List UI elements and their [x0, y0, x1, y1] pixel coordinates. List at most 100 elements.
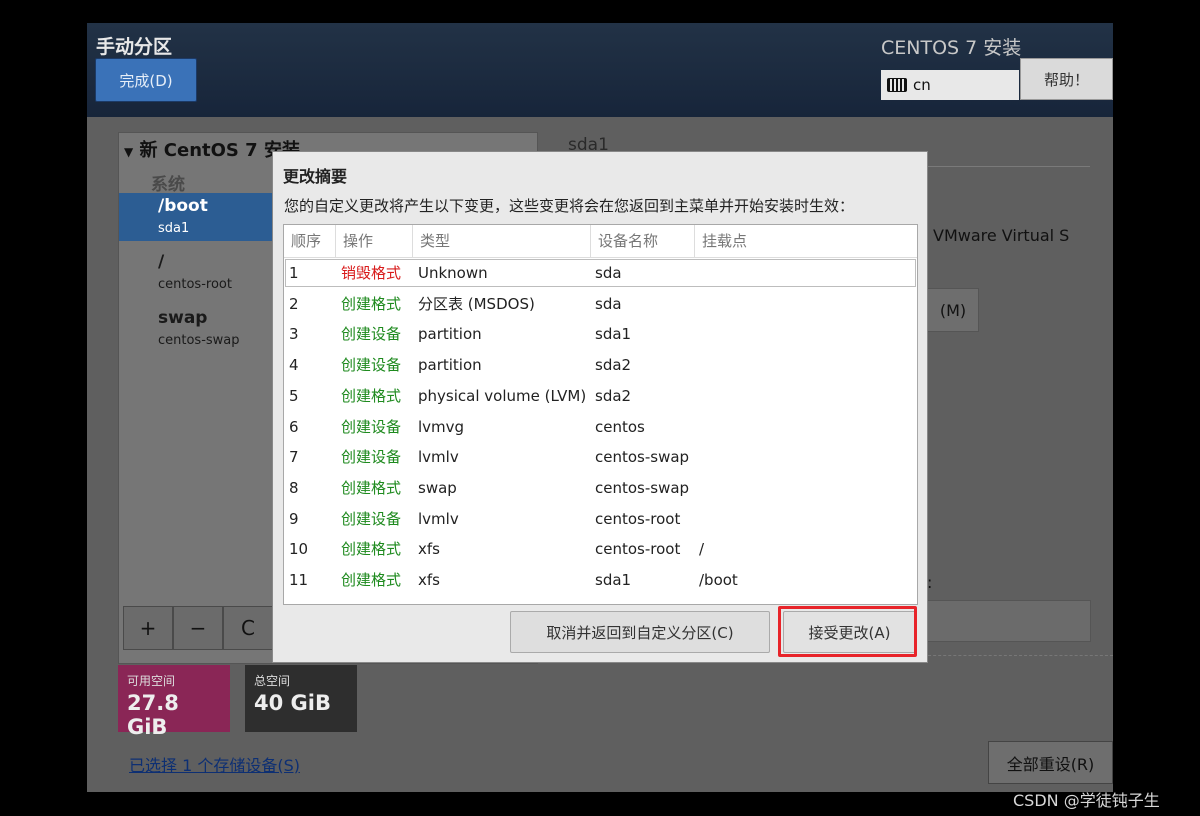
table-row[interactable]: 4 创建设备 partition sda2 [284, 350, 917, 380]
table-row[interactable]: 10 创建格式 xfs centos-root / [284, 534, 917, 564]
cell-device: centos-swap [595, 448, 690, 467]
cell-device: sda [595, 294, 622, 313]
cell-type: xfs [418, 540, 440, 559]
cell-type: 分区表 (MSDOS) [418, 294, 535, 313]
table-row[interactable]: 5 创建格式 physical volume (LVM) sda2 [284, 381, 917, 411]
cell-device: sda2 [595, 386, 632, 405]
cell-action: 销毁格式 [341, 264, 402, 282]
cell-device: centos-root [595, 540, 681, 559]
cell-order: 10 [289, 540, 309, 559]
available-space-label: 可用空间 [127, 674, 176, 688]
summary-of-changes-dialog: 更改摘要 您的自定义更改将产生以下变更，这些变更将会在您返回到主菜单并开始安装时… [272, 151, 928, 663]
cell-order: 1 [289, 264, 299, 282]
keyboard-layout-value: cn [913, 76, 931, 94]
total-space-box: 总空间 40 GiB [245, 665, 357, 732]
cell-action: 创建设备 [341, 325, 402, 344]
accept-button-highlight [778, 606, 917, 657]
cell-order: 2 [289, 294, 299, 313]
cell-type: xfs [418, 571, 440, 589]
cell-type: partition [418, 325, 482, 344]
table-row[interactable]: 9 创建设备 lvmlv centos-root [284, 504, 917, 534]
help-button[interactable]: 帮助！ [1020, 58, 1113, 100]
mount-point-name: /boot [158, 196, 208, 216]
cell-type: lvmvg [418, 417, 465, 436]
mount-point-name: swap [158, 308, 208, 328]
dialog-description: 您的自定义更改将产生以下变更，这些变更将会在您返回到主菜单并开始安装时生效： [284, 197, 855, 215]
cell-type: lvmlv [418, 448, 459, 467]
table-row[interactable]: 8 创建格式 swap centos-swap [284, 473, 917, 503]
cell-action: 创建设备 [341, 509, 402, 528]
add-mount-point-button[interactable]: + [123, 606, 173, 650]
category-system: 系统 [151, 175, 185, 195]
cell-order: 8 [289, 478, 299, 497]
available-space-value: 27.8 GiB [127, 691, 179, 739]
dialog-title: 更改摘要 [283, 167, 348, 186]
cell-order: 4 [289, 356, 299, 375]
cell-device: centos-swap [595, 478, 690, 497]
table-row[interactable]: 7 创建设备 lvmlv centos-swap [284, 442, 917, 472]
table-header: 顺序 操作 类型 设备名称 挂载点 [284, 225, 917, 258]
cell-mount: / [699, 540, 705, 559]
table-row[interactable]: 11 创建格式 xfs sda1/boot [284, 565, 917, 595]
cell-type: partition [418, 356, 482, 375]
reset-all-button[interactable]: 全部重设(R) [988, 741, 1113, 784]
column-header-type[interactable]: 类型 [413, 225, 591, 257]
storage-devices-link[interactable]: 已选择 1 个存储设备(S) [129, 752, 300, 776]
mount-point-device: sda1 [158, 221, 190, 236]
expander-triangle-icon: ▼ [124, 145, 134, 159]
column-header-action[interactable]: 操作 [336, 225, 413, 257]
device-description: VMware Virtual S [933, 226, 1070, 245]
mount-point-name: / [158, 252, 165, 272]
cell-order: 7 [289, 448, 299, 467]
keyboard-icon [887, 78, 907, 92]
cell-type: swap [418, 478, 457, 497]
cell-mount: /boot [699, 571, 738, 589]
cell-order: 9 [289, 509, 299, 528]
refresh-button[interactable]: C [223, 606, 273, 650]
cell-order: 3 [289, 325, 299, 344]
table-row[interactable]: 3 创建设备 partition sda1 [284, 319, 917, 349]
label-field[interactable] [923, 600, 1091, 642]
divider [923, 655, 1113, 656]
top-bar: 手动分区 完成(D) CENTOS 7 安装 cn 帮助！ [87, 23, 1113, 117]
available-space-box: 可用空间 27.8 GiB [118, 665, 230, 739]
mount-point-device: centos-root [158, 277, 232, 292]
column-header-mount[interactable]: 挂载点 [695, 225, 917, 257]
cell-order: 11 [289, 571, 309, 589]
changes-table: 顺序 操作 类型 设备名称 挂载点 1 销毁格式 Unknown sda 2 创建格式 分区… [283, 224, 918, 605]
cell-device: centos [595, 417, 645, 436]
cell-action: 创建设备 [341, 417, 402, 436]
cell-type: physical volume (LVM) [418, 386, 587, 405]
product-title: CENTOS 7 安装 [881, 37, 1022, 59]
cell-action: 创建格式 [341, 571, 402, 589]
cell-action: 创建格式 [341, 386, 402, 405]
total-space-label: 总空间 [254, 674, 291, 688]
cell-device: sda [595, 264, 622, 282]
cell-action: 创建设备 [341, 356, 402, 375]
watermark: CSDN @学徒钝子生 [1013, 791, 1160, 810]
keyboard-layout-indicator[interactable]: cn [881, 70, 1019, 100]
cell-order: 5 [289, 386, 299, 405]
cell-action: 创建格式 [341, 478, 402, 497]
cancel-return-button[interactable]: 取消并返回到自定义分区(C) [510, 611, 770, 653]
done-button[interactable]: 完成(D) [95, 58, 197, 102]
cell-device: sda1 [595, 325, 632, 344]
column-header-order[interactable]: 顺序 [284, 225, 336, 257]
table-row[interactable]: 2 创建格式 分区表 (MSDOS) sda [284, 289, 917, 319]
partition-toolbar: + − C [123, 606, 273, 650]
mount-point-device: centos-swap [158, 333, 240, 348]
table-row[interactable]: 6 创建设备 lvmvg centos [284, 412, 917, 442]
table-row[interactable]: 1 销毁格式 Unknown sda [284, 258, 917, 288]
remove-mount-point-button[interactable]: − [173, 606, 223, 650]
cell-type: lvmlv [418, 509, 459, 528]
cell-action: 创建设备 [341, 448, 402, 467]
total-space-value: 40 GiB [254, 691, 331, 715]
column-header-device[interactable]: 设备名称 [591, 225, 695, 257]
modify-button[interactable]: (M) [927, 288, 979, 332]
cell-device: sda2 [595, 356, 632, 375]
cell-device: sda1 [595, 571, 632, 589]
page-title: 手动分区 [96, 36, 173, 58]
cell-type: Unknown [418, 264, 488, 282]
cell-action: 创建格式 [341, 294, 402, 313]
cell-device: centos-root [595, 509, 681, 528]
